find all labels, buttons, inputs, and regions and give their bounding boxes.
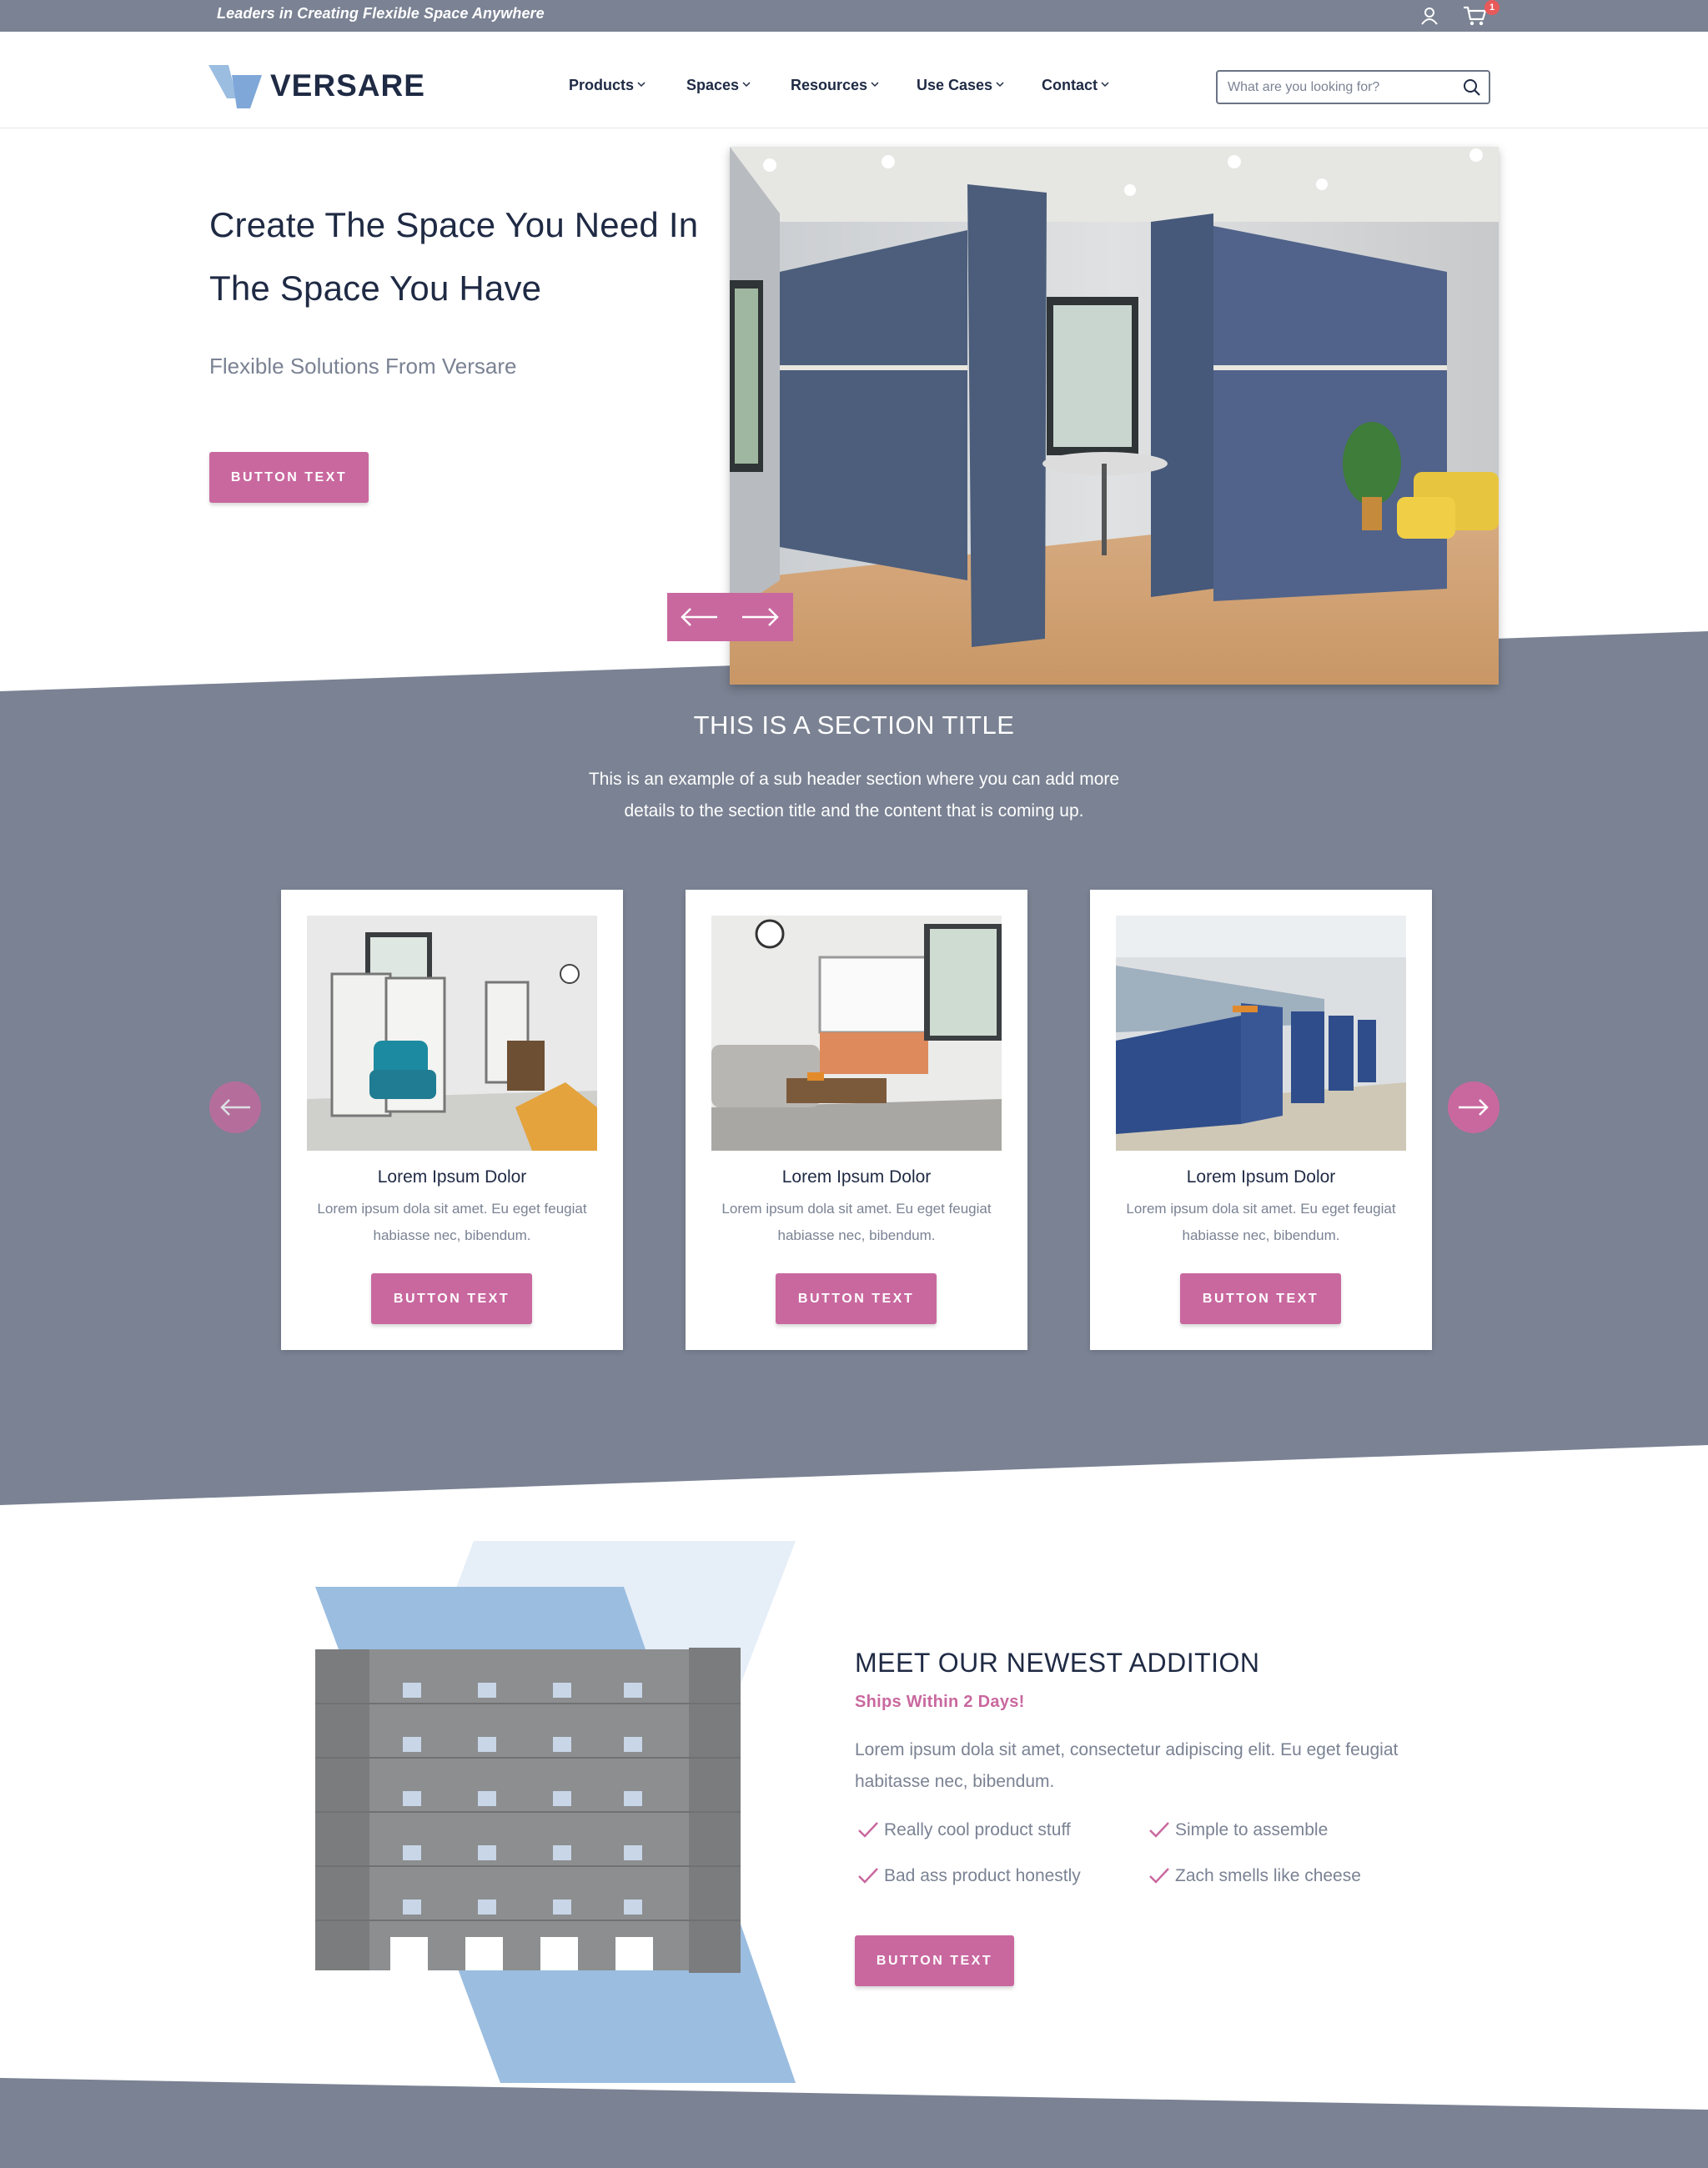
hero-cta-button[interactable]: BUTTON TEXT <box>209 452 369 503</box>
checkmark-icon <box>1149 1868 1169 1884</box>
hero-image <box>730 147 1499 685</box>
card-title: Lorem Ipsum Dolor <box>377 1167 527 1187</box>
feature-item: Simple to assemble <box>1149 1820 1329 1840</box>
card-text: Lorem ipsum dola sit amet. Eu eget feugi… <box>1126 1201 1396 1243</box>
arrow-right-icon[interactable] <box>741 605 781 629</box>
feature-label: Bad ass product honestly <box>884 1866 1081 1885</box>
product-card: Lorem Ipsum Dolor Lorem ipsum dola sit a… <box>1090 890 1432 1350</box>
card-image <box>711 916 1002 1151</box>
card-button[interactable]: BUTTON TEXT <box>776 1273 937 1324</box>
newest-cta-button[interactable]: BUTTON TEXT <box>855 1935 1014 1986</box>
section-title: THIS IS A SECTION TITLE <box>693 710 1015 740</box>
checkmark-icon <box>858 1868 878 1884</box>
card-button[interactable]: BUTTON TEXT <box>1180 1273 1341 1324</box>
product-card: Lorem Ipsum Dolor Lorem ipsum dola sit a… <box>281 890 623 1350</box>
hero-subtitle: Flexible Solutions From Versare <box>209 354 517 379</box>
carousel-prev-button[interactable] <box>209 1081 261 1133</box>
card-title: Lorem Ipsum Dolor <box>781 1167 932 1187</box>
card-text: Lorem ipsum dola sit amet. Eu eget feugi… <box>721 1201 992 1243</box>
hero-title: Create The Space You Need In The Space Y… <box>209 205 699 308</box>
arrow-right-icon <box>1459 1099 1489 1116</box>
card-image <box>307 916 597 1151</box>
card-button[interactable]: BUTTON TEXT <box>371 1273 532 1324</box>
arrow-left-icon[interactable] <box>679 605 719 629</box>
product-card: Lorem Ipsum Dolor Lorem ipsum dola sit a… <box>686 890 1027 1350</box>
card-text: Lorem ipsum dola sit amet. Eu eget feugi… <box>317 1201 587 1243</box>
feature-item: Bad ass product honestly <box>858 1866 1081 1886</box>
feature-label: Simple to assemble <box>1175 1820 1329 1839</box>
card-title: Lorem Ipsum Dolor <box>1186 1167 1336 1187</box>
carousel-next-button[interactable] <box>1448 1081 1500 1133</box>
checkmark-icon <box>1149 1822 1169 1838</box>
hero-slider-controls <box>667 593 793 641</box>
feature-item: Zach smells like cheese <box>1149 1866 1361 1886</box>
newest-subtitle: Ships Within 2 Days! <box>855 1693 1025 1711</box>
feature-item: Really cool product stuff <box>858 1820 1071 1840</box>
feature-label: Zach smells like cheese <box>1175 1866 1361 1885</box>
newest-title: MEET OUR NEWEST ADDITION <box>855 1648 1260 1678</box>
section-subtitle: This is an example of a sub header secti… <box>588 770 1120 821</box>
newest-description: Lorem ipsum dola sit amet, consectetur a… <box>855 1740 1399 1791</box>
checkmark-icon <box>858 1822 878 1838</box>
arrow-left-icon <box>220 1099 250 1116</box>
card-image <box>1116 916 1406 1151</box>
product-image <box>315 1541 796 2083</box>
feature-label: Really cool product stuff <box>884 1820 1071 1839</box>
